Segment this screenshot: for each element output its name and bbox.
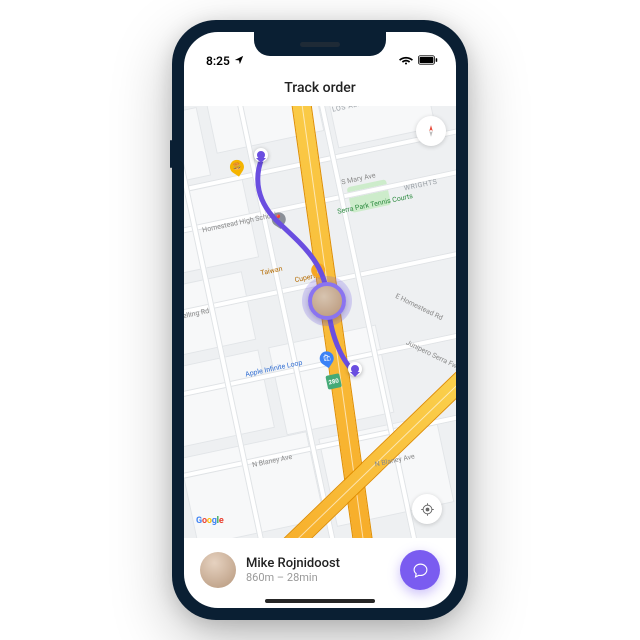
phone-frame: 8:25 Track order — [172, 20, 468, 620]
wifi-icon — [399, 54, 413, 68]
avatar[interactable] — [200, 552, 236, 588]
destination-pin — [348, 362, 362, 376]
page-title: Track order — [184, 70, 456, 106]
locate-button[interactable] — [412, 494, 442, 524]
notch — [254, 32, 386, 56]
screen: 8:25 Track order — [184, 32, 456, 608]
chat-button[interactable] — [400, 550, 440, 590]
courier-marker[interactable] — [308, 282, 346, 320]
map-attribution: Google — [196, 516, 224, 526]
battery-icon — [418, 54, 438, 68]
courier-bar: Mike Rojnidoost 860m – 28min — [184, 538, 456, 608]
courier-name: Mike Rojnidoost — [246, 556, 390, 571]
compass-icon — [424, 124, 438, 138]
map[interactable]: 280 280 WOODLAND ACRES - THE HIGHLANDS S… — [184, 106, 456, 538]
location-arrow-icon — [234, 54, 244, 68]
compass-button[interactable] — [416, 116, 446, 146]
highway-shield: 280 — [325, 373, 342, 390]
street-label: E Homestead Rd — [394, 292, 444, 322]
courier-meta: 860m – 28min — [246, 571, 390, 584]
locate-icon — [420, 502, 435, 517]
status-time: 8:25 — [206, 54, 230, 68]
chat-icon — [412, 562, 429, 579]
poi-label: Taiwan — [260, 265, 283, 277]
origin-pin — [254, 148, 268, 162]
home-indicator — [265, 599, 375, 603]
